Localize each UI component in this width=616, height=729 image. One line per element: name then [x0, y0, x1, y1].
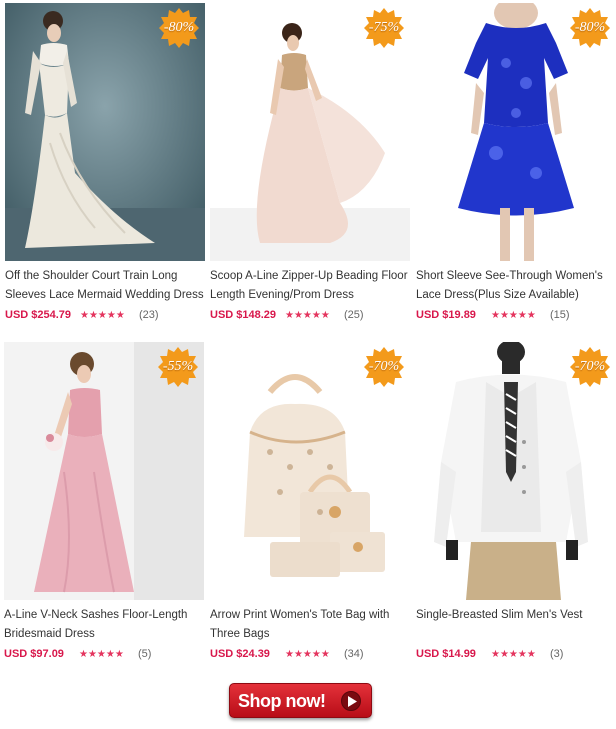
price-row: USD $24.39 ★★★★★ (34) — [210, 648, 410, 664]
price-row: USD $19.89 ★★★★★ (15) — [416, 309, 616, 325]
product-image[interactable]: -80% — [416, 3, 616, 261]
product-image[interactable]: -80% — [5, 3, 205, 261]
product-image[interactable]: -55% — [4, 342, 204, 600]
price-row: USD $254.79 ★★★★★ (23) — [5, 309, 205, 325]
review-count[interactable]: (23) — [139, 309, 159, 321]
review-count[interactable]: (15) — [550, 309, 570, 321]
product-title[interactable]: A-Line V-Neck Sashes Floor-Length Brides… — [4, 606, 204, 644]
product-title[interactable]: Off the Shoulder Court Train Long Sleeve… — [5, 267, 205, 305]
product-title[interactable]: Short Sleeve See-Through Women's Lace Dr… — [416, 267, 616, 305]
product-image[interactable]: -70% — [210, 342, 410, 600]
product-price: USD $97.09 — [4, 648, 64, 660]
product-image[interactable]: -75% — [210, 3, 410, 261]
rating-stars-icon: ★★★★★ — [285, 649, 330, 660]
price-row: USD $148.29 ★★★★★ (25) — [210, 309, 410, 325]
discount-badge: -75% — [364, 8, 404, 48]
price-row: USD $14.99 ★★★★★ (3) — [416, 648, 616, 664]
product-title[interactable]: Single-Breasted Slim Men's Vest — [416, 606, 616, 625]
discount-badge: -80% — [570, 8, 610, 48]
rating-stars-icon: ★★★★★ — [491, 310, 536, 321]
product-title[interactable]: Scoop A-Line Zipper-Up Beading Floor Len… — [210, 267, 410, 305]
rating-stars-icon: ★★★★★ — [80, 310, 125, 321]
review-count[interactable]: (25) — [344, 309, 364, 321]
discount-badge: -70% — [570, 347, 610, 387]
product-price: USD $254.79 — [5, 309, 72, 321]
product-price: USD $148.29 — [210, 309, 277, 321]
discount-badge: -55% — [158, 347, 198, 387]
product-price: USD $24.39 — [210, 648, 270, 660]
review-count[interactable]: (5) — [138, 648, 151, 660]
play-arrow-icon — [341, 691, 361, 711]
product-image[interactable]: -70% — [416, 342, 616, 600]
rating-stars-icon: ★★★★★ — [491, 649, 536, 660]
product-title[interactable]: Arrow Print Women's Tote Bag with Three … — [210, 606, 410, 644]
shop-now-label: Shop now! — [238, 691, 326, 711]
product-price: USD $19.89 — [416, 309, 476, 321]
rating-stars-icon: ★★★★★ — [285, 310, 330, 321]
review-count[interactable]: (34) — [344, 648, 364, 660]
price-row: USD $97.09 ★★★★★ (5) — [4, 648, 204, 664]
review-count[interactable]: (3) — [550, 648, 563, 660]
discount-badge: -80% — [159, 8, 199, 48]
product-price: USD $14.99 — [416, 648, 476, 660]
shop-now-button[interactable]: Shop now! — [229, 683, 372, 718]
discount-badge: -70% — [364, 347, 404, 387]
rating-stars-icon: ★★★★★ — [79, 649, 124, 660]
